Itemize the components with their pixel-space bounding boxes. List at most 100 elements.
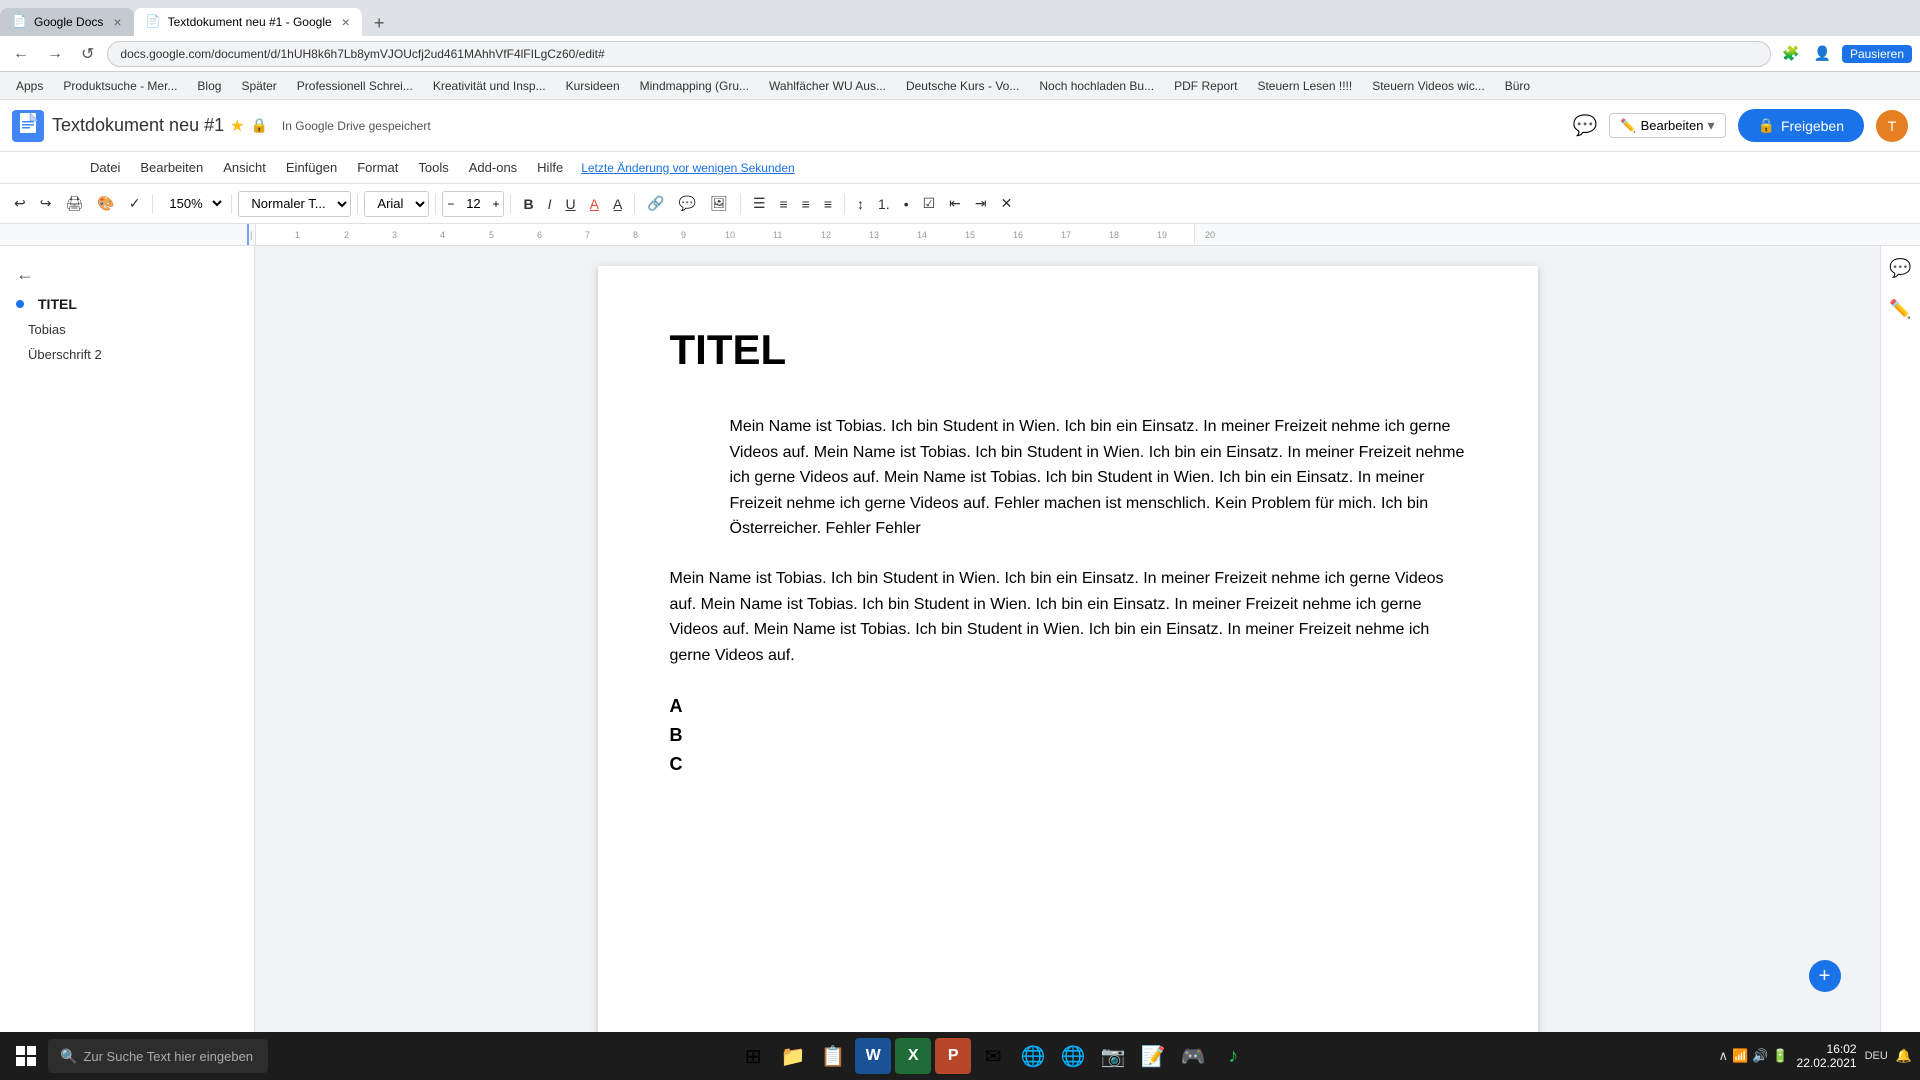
paragraph-1[interactable]: Mein Name ist Tobias. Ich bin Student in… bbox=[730, 414, 1466, 542]
bearbeiten-dropdown-icon[interactable]: ▾ bbox=[1707, 117, 1714, 134]
text-color-button[interactable]: A bbox=[584, 192, 605, 216]
tab-textdoc[interactable]: 📄 Textdokument neu #1 - Google × bbox=[134, 8, 362, 36]
font-size-increase[interactable]: + bbox=[488, 195, 503, 213]
taskbar-powerpoint[interactable]: P bbox=[935, 1038, 971, 1074]
bookmark-wahlfacher[interactable]: Wahlfächer WU Aus... bbox=[761, 77, 894, 95]
bookmark-blog[interactable]: Blog bbox=[189, 77, 229, 95]
print-button[interactable]: 🖨 bbox=[59, 191, 89, 216]
comment-toolbar-button[interactable]: 💬 bbox=[673, 191, 702, 216]
checklist-button[interactable]: ☑ bbox=[917, 191, 942, 216]
menu-datei[interactable]: Datei bbox=[80, 156, 130, 179]
bookmark-kreativitat[interactable]: Kreativität und Insp... bbox=[425, 77, 554, 95]
bullet-list-button[interactable]: • bbox=[898, 192, 915, 216]
tray-battery[interactable]: 🔋 bbox=[1772, 1048, 1788, 1064]
taskbar-excel[interactable]: X bbox=[895, 1038, 931, 1074]
taskbar-word[interactable]: W bbox=[855, 1038, 891, 1074]
align-center-button[interactable]: ≡ bbox=[774, 192, 794, 216]
profile-button[interactable]: 👤 bbox=[1811, 42, 1834, 65]
indent-more-button[interactable]: ⇥ bbox=[969, 191, 993, 216]
extensions-button[interactable]: 🧩 bbox=[1779, 42, 1802, 65]
menu-bearbeiten[interactable]: Bearbeiten bbox=[130, 156, 213, 179]
tray-volume[interactable]: 🔊 bbox=[1752, 1048, 1768, 1064]
indent-less-button[interactable]: ⇤ bbox=[943, 191, 967, 216]
bookmark-professionell[interactable]: Professionell Schrei... bbox=[289, 77, 421, 95]
list-item-c[interactable]: C bbox=[670, 750, 1466, 779]
font-size-decrease[interactable]: − bbox=[443, 195, 458, 213]
tab-close-1[interactable]: × bbox=[113, 14, 121, 30]
menu-ansicht[interactable]: Ansicht bbox=[213, 156, 276, 179]
bookmark-apps[interactable]: Apps bbox=[8, 77, 51, 95]
ruler[interactable]: | 1 2 3 4 5 6 7 8 9 10 11 12 13 14 15 16… bbox=[0, 224, 1920, 246]
bookmark-steuern-videos[interactable]: Steuern Videos wic... bbox=[1364, 77, 1493, 95]
bookmark-kursideen[interactable]: Kursideen bbox=[558, 77, 628, 95]
numbered-list-button[interactable]: 1. bbox=[872, 192, 896, 216]
tray-language[interactable]: DEU bbox=[1865, 1050, 1888, 1062]
image-button[interactable]: 🖼 bbox=[704, 191, 734, 216]
paragraph-2[interactable]: Mein Name ist Tobias. Ich bin Student in… bbox=[670, 566, 1466, 668]
menu-addons[interactable]: Add-ons bbox=[459, 156, 527, 179]
highlight-button[interactable]: A̲ bbox=[607, 192, 628, 216]
back-button[interactable]: ← bbox=[8, 43, 34, 65]
underline-button[interactable]: U bbox=[559, 192, 581, 216]
start-button[interactable] bbox=[8, 1038, 44, 1074]
outline-item-h2[interactable]: Überschrift 2 bbox=[0, 342, 254, 367]
bookmark-mindmapping[interactable]: Mindmapping (Gru... bbox=[632, 77, 757, 95]
taskbar-mail[interactable]: ✉ bbox=[975, 1038, 1011, 1074]
bookmark-pdf-report[interactable]: PDF Report bbox=[1166, 77, 1245, 95]
right-icon-chat[interactable]: ✏️ bbox=[1885, 295, 1915, 324]
paint-format-button[interactable]: 🎨 bbox=[91, 191, 120, 216]
italic-button[interactable]: I bbox=[542, 192, 558, 216]
last-change-link[interactable]: Letzte Änderung vor wenigen Sekunden bbox=[581, 161, 795, 175]
font-select[interactable]: Arial bbox=[364, 191, 429, 217]
document-area[interactable]: TITEL Mein Name ist Tobias. Ich bin Stud… bbox=[255, 246, 1880, 1080]
document-page[interactable]: TITEL Mein Name ist Tobias. Ich bin Stud… bbox=[598, 266, 1538, 1080]
taskbar-browser-1[interactable]: 🌐 bbox=[1015, 1038, 1051, 1074]
star-icon[interactable]: ★ bbox=[230, 116, 244, 136]
tab-close-2[interactable]: × bbox=[342, 14, 350, 30]
doc-title-label[interactable]: Textdokument neu #1 bbox=[52, 115, 224, 136]
list-item-a[interactable]: A bbox=[670, 692, 1466, 721]
align-right-button[interactable]: ≡ bbox=[796, 192, 816, 216]
tray-wifi[interactable]: 📶 bbox=[1732, 1048, 1748, 1064]
taskbar-search[interactable]: 🔍 Zur Suche Text hier eingeben bbox=[48, 1039, 268, 1073]
bearbeiten-button[interactable]: ✏️ Bearbeiten ▾ bbox=[1609, 113, 1725, 138]
bookmark-buro[interactable]: Büro bbox=[1497, 77, 1538, 95]
forward-button[interactable]: → bbox=[42, 43, 68, 65]
menu-format[interactable]: Format bbox=[347, 156, 408, 179]
taskbar-games[interactable]: 🎮 bbox=[1175, 1038, 1211, 1074]
undo-button[interactable]: ↩ bbox=[8, 191, 32, 216]
list-item-b[interactable]: B bbox=[670, 721, 1466, 750]
taskbar-clock[interactable]: 16:02 22.02.2021 bbox=[1797, 1042, 1857, 1070]
bookmark-steuern-lesen[interactable]: Steuern Lesen !!!! bbox=[1249, 77, 1360, 95]
taskbar-task-view[interactable]: ⊞ bbox=[735, 1038, 771, 1074]
bookmark-spater[interactable]: Später bbox=[233, 77, 284, 95]
taskbar-camera[interactable]: 📷 bbox=[1095, 1038, 1131, 1074]
font-size-input[interactable] bbox=[458, 196, 488, 211]
taskbar-file-explorer[interactable]: 📁 bbox=[775, 1038, 811, 1074]
outline-item-h1[interactable]: Tobias bbox=[0, 317, 254, 342]
right-icon-comment[interactable]: 💬 bbox=[1885, 254, 1915, 283]
style-select[interactable]: Normaler T... bbox=[238, 191, 351, 217]
taskbar-app-3[interactable]: 📋 bbox=[815, 1038, 851, 1074]
outline-item-title[interactable]: TITEL bbox=[0, 291, 254, 317]
drive-icon[interactable]: 🔒 bbox=[250, 117, 267, 134]
align-left-button[interactable]: ☰ bbox=[747, 191, 772, 216]
bold-button[interactable]: B bbox=[517, 192, 539, 216]
document-title[interactable]: TITEL bbox=[670, 326, 1466, 374]
add-section-button[interactable]: + bbox=[1809, 960, 1841, 992]
url-input[interactable]: docs.google.com/document/d/1hUH8k6h7Lb8y… bbox=[107, 41, 1771, 67]
new-tab-button[interactable]: + bbox=[368, 11, 391, 36]
taskbar-edge[interactable]: 🌐 bbox=[1055, 1038, 1091, 1074]
tray-notifications[interactable]: 🔔 bbox=[1896, 1048, 1912, 1064]
user-avatar[interactable]: T bbox=[1876, 110, 1908, 142]
menu-hilfe[interactable]: Hilfe bbox=[527, 156, 573, 179]
link-button[interactable]: 🔗 bbox=[641, 191, 670, 216]
spellcheck-button[interactable]: ✓ bbox=[123, 191, 147, 216]
pausieren-button[interactable]: Pausieren bbox=[1842, 45, 1912, 63]
line-spacing-button[interactable]: ↕ bbox=[851, 192, 870, 216]
menu-einfugen[interactable]: Einfügen bbox=[276, 156, 347, 179]
bookmark-deutsche-kurs[interactable]: Deutsche Kurs - Vo... bbox=[898, 77, 1027, 95]
tab-google-docs[interactable]: 📄 Google Docs × bbox=[0, 8, 134, 36]
align-justify-button[interactable]: ≡ bbox=[818, 192, 838, 216]
redo-button[interactable]: ↪ bbox=[34, 191, 58, 216]
